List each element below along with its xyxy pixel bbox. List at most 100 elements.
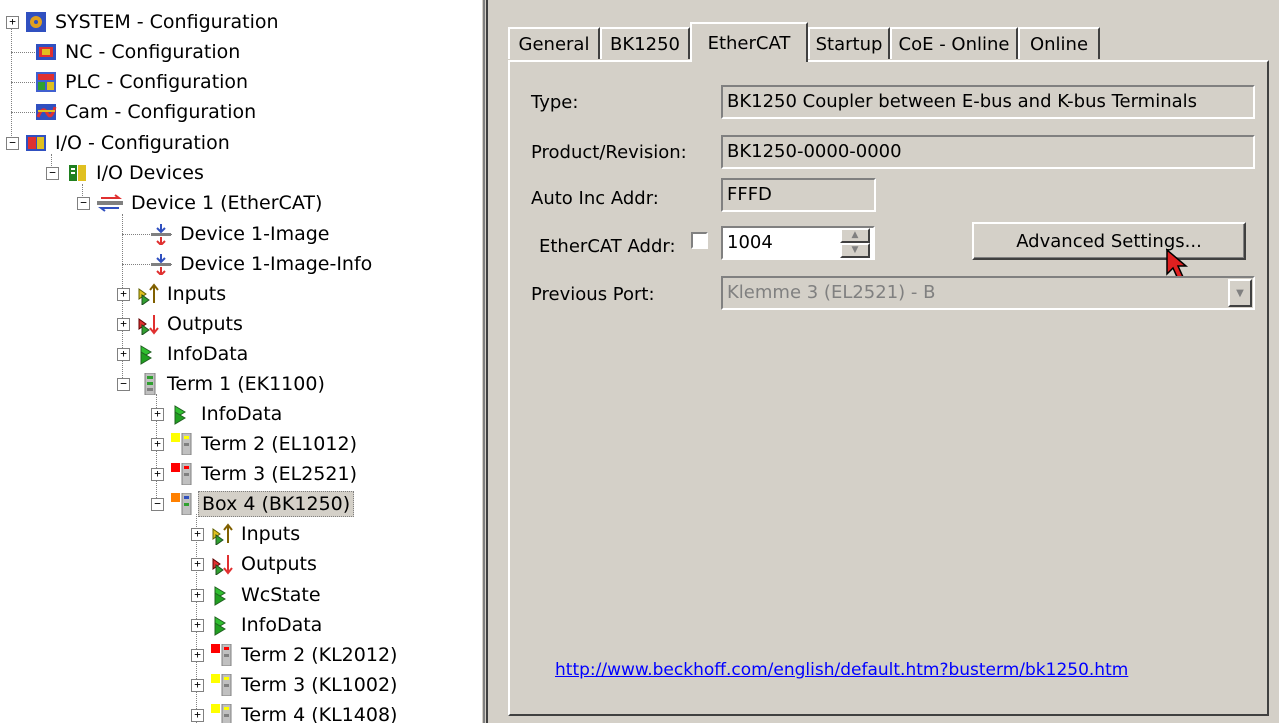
tab-label: EtherCAT	[707, 32, 791, 54]
ethercat-addr-label: EtherCAT Addr:	[539, 236, 676, 257]
tree-node-box4-inputs[interactable]: + Inputs	[191, 519, 303, 549]
ethercat-addr-checkbox[interactable]	[691, 232, 708, 249]
tree-node-label: Term 1 (EK1100)	[167, 373, 325, 395]
collapse-icon[interactable]: −	[151, 498, 164, 511]
tree-node-device1-image[interactable]: Device 1-Image	[150, 219, 332, 249]
expand-icon[interactable]: +	[191, 679, 204, 692]
infodata-icon	[171, 403, 193, 425]
auto-inc-addr-label: Auto Inc Addr:	[531, 188, 659, 209]
tab-general[interactable]: General	[508, 27, 600, 59]
tree-node-label: Outputs	[241, 553, 317, 575]
nc-config-icon	[35, 41, 57, 63]
advanced-settings-button[interactable]: Advanced Settings...	[972, 222, 1246, 260]
tree-node-term4-kl1408[interactable]: + Term 4 (KL1408)	[191, 700, 400, 723]
tree-node-label: Term 3 (EL2521)	[201, 463, 357, 485]
expand-icon[interactable]: +	[117, 348, 130, 361]
inputs-icon	[137, 283, 159, 306]
tree-node-term1[interactable]: − Term 1 (EK1100)	[117, 369, 328, 399]
io-config-icon	[25, 132, 47, 154]
collapse-icon[interactable]: −	[6, 137, 19, 150]
plc-config-icon	[35, 71, 57, 93]
tab-bk1250[interactable]: BK1250	[600, 27, 690, 59]
tab-online[interactable]: Online	[1018, 27, 1100, 59]
tree-node-inputs[interactable]: + Inputs	[117, 279, 229, 309]
spin-up-icon[interactable]: ▲	[840, 228, 870, 243]
tree-node-label: InfoData	[201, 403, 283, 425]
tree-node-box4-outputs[interactable]: + Outputs	[191, 549, 320, 579]
tree-node-io-devices[interactable]: − I/O Devices	[46, 158, 207, 188]
type-label: Type:	[531, 92, 579, 113]
spin-down-icon[interactable]: ▼	[840, 243, 870, 258]
tree-node-label: Term 2 (KL2012)	[241, 644, 398, 666]
expand-icon[interactable]: +	[6, 16, 19, 29]
outputs-icon	[211, 553, 233, 576]
tab-coe-online[interactable]: CoE - Online	[890, 27, 1018, 59]
tree-node-outputs[interactable]: + Outputs	[117, 309, 246, 339]
expand-icon[interactable]: +	[151, 438, 164, 451]
tree-node-io[interactable]: − I/O - Configuration	[6, 128, 233, 158]
tree-node-device1[interactable]: − Device 1 (EtherCAT)	[77, 188, 325, 218]
chevron-down-icon[interactable]: ▼	[1228, 279, 1252, 307]
tree-node-label: InfoData	[241, 614, 323, 636]
tree-node-label: Term 2 (EL1012)	[201, 433, 357, 455]
tree-node-box4-bk1250[interactable]: − Box 4 (BK1250)	[151, 489, 355, 519]
tree-node-label: NC - Configuration	[65, 41, 241, 63]
collapse-icon[interactable]: −	[46, 167, 59, 180]
inputs-icon	[211, 523, 233, 546]
process-image-icon	[150, 223, 172, 247]
ethercat-tab-panel: Type: BK1250 Coupler between E-bus and K…	[508, 60, 1269, 716]
ethercat-addr-value: 1004	[727, 232, 773, 253]
tree-node-nc[interactable]: NC - Configuration	[35, 37, 243, 67]
tree-node-label: Device 1-Image	[180, 223, 330, 245]
tree-node-infodata[interactable]: + InfoData	[117, 339, 251, 369]
expand-icon[interactable]: +	[191, 528, 204, 541]
terminal-red-icon	[211, 643, 233, 667]
tree-node-device1-image-info[interactable]: Device 1-Image-Info	[150, 249, 375, 279]
tree-node-box4-wcstate[interactable]: + WcState	[191, 580, 324, 610]
tree-node-label: Device 1-Image-Info	[180, 253, 373, 275]
expand-icon[interactable]: +	[117, 288, 130, 301]
terminal-icon	[137, 372, 159, 396]
infodata-icon	[137, 343, 159, 365]
tree-node-term3-el2521[interactable]: + Term 3 (EL2521)	[151, 459, 360, 489]
tree-node-label-selected: Box 4 (BK1250)	[198, 491, 355, 517]
tree-node-term3-kl1002[interactable]: + Term 3 (KL1002)	[191, 670, 400, 700]
expand-icon[interactable]: +	[191, 619, 204, 632]
solution-tree[interactable]: + SYSTEM - Configuration NC - Configurat…	[0, 0, 482, 723]
tree-node-term2-kl2012[interactable]: + Term 2 (KL2012)	[191, 640, 400, 670]
tree-node-label: PLC - Configuration	[65, 71, 249, 93]
pane-splitter[interactable]	[482, 0, 490, 723]
tree-node-term2-el1012[interactable]: + Term 2 (EL1012)	[151, 429, 360, 459]
collapse-icon[interactable]: −	[117, 378, 130, 391]
expand-icon[interactable]: +	[117, 318, 130, 331]
tree-node-infodata-2[interactable]: + InfoData	[151, 399, 285, 429]
product-revision-label: Product/Revision:	[531, 142, 687, 163]
tab-label: BK1250	[610, 33, 680, 55]
ethercat-addr-spinner[interactable]: ▲ ▼	[840, 228, 870, 258]
tree-node-label: Inputs	[241, 523, 301, 545]
tab-ethercat[interactable]: EtherCAT	[690, 22, 808, 62]
expand-icon[interactable]: +	[191, 709, 204, 722]
tree-node-label: I/O - Configuration	[55, 132, 230, 154]
expand-icon[interactable]: +	[151, 408, 164, 421]
product-info-link[interactable]: http://www.beckhoff.com/english/default.…	[555, 660, 1128, 680]
terminal-orange-icon	[171, 492, 193, 516]
terminal-yellow-icon	[211, 673, 233, 697]
collapse-icon[interactable]: −	[77, 197, 90, 210]
expand-icon[interactable]: +	[151, 468, 164, 481]
previous-port-label: Previous Port:	[531, 284, 655, 305]
terminal-yellow-icon	[171, 432, 193, 456]
expand-icon[interactable]: +	[191, 649, 204, 662]
tree-node-label: WcState	[241, 584, 321, 606]
tree-node-box4-infodata[interactable]: + InfoData	[191, 610, 325, 640]
tab-startup[interactable]: Startup	[808, 27, 890, 59]
tree-node-cam[interactable]: Cam - Configuration	[35, 97, 259, 127]
expand-icon[interactable]: +	[191, 589, 204, 602]
tree-node-system[interactable]: + SYSTEM - Configuration	[6, 7, 282, 37]
io-devices-icon	[66, 162, 88, 184]
tree-node-plc[interactable]: PLC - Configuration	[35, 67, 251, 97]
tab-label: Startup	[815, 33, 883, 55]
auto-inc-addr-field: FFFD	[721, 178, 876, 212]
previous-port-select[interactable]: Klemme 3 (EL2521) - B	[721, 276, 1255, 310]
expand-icon[interactable]: +	[191, 558, 204, 571]
